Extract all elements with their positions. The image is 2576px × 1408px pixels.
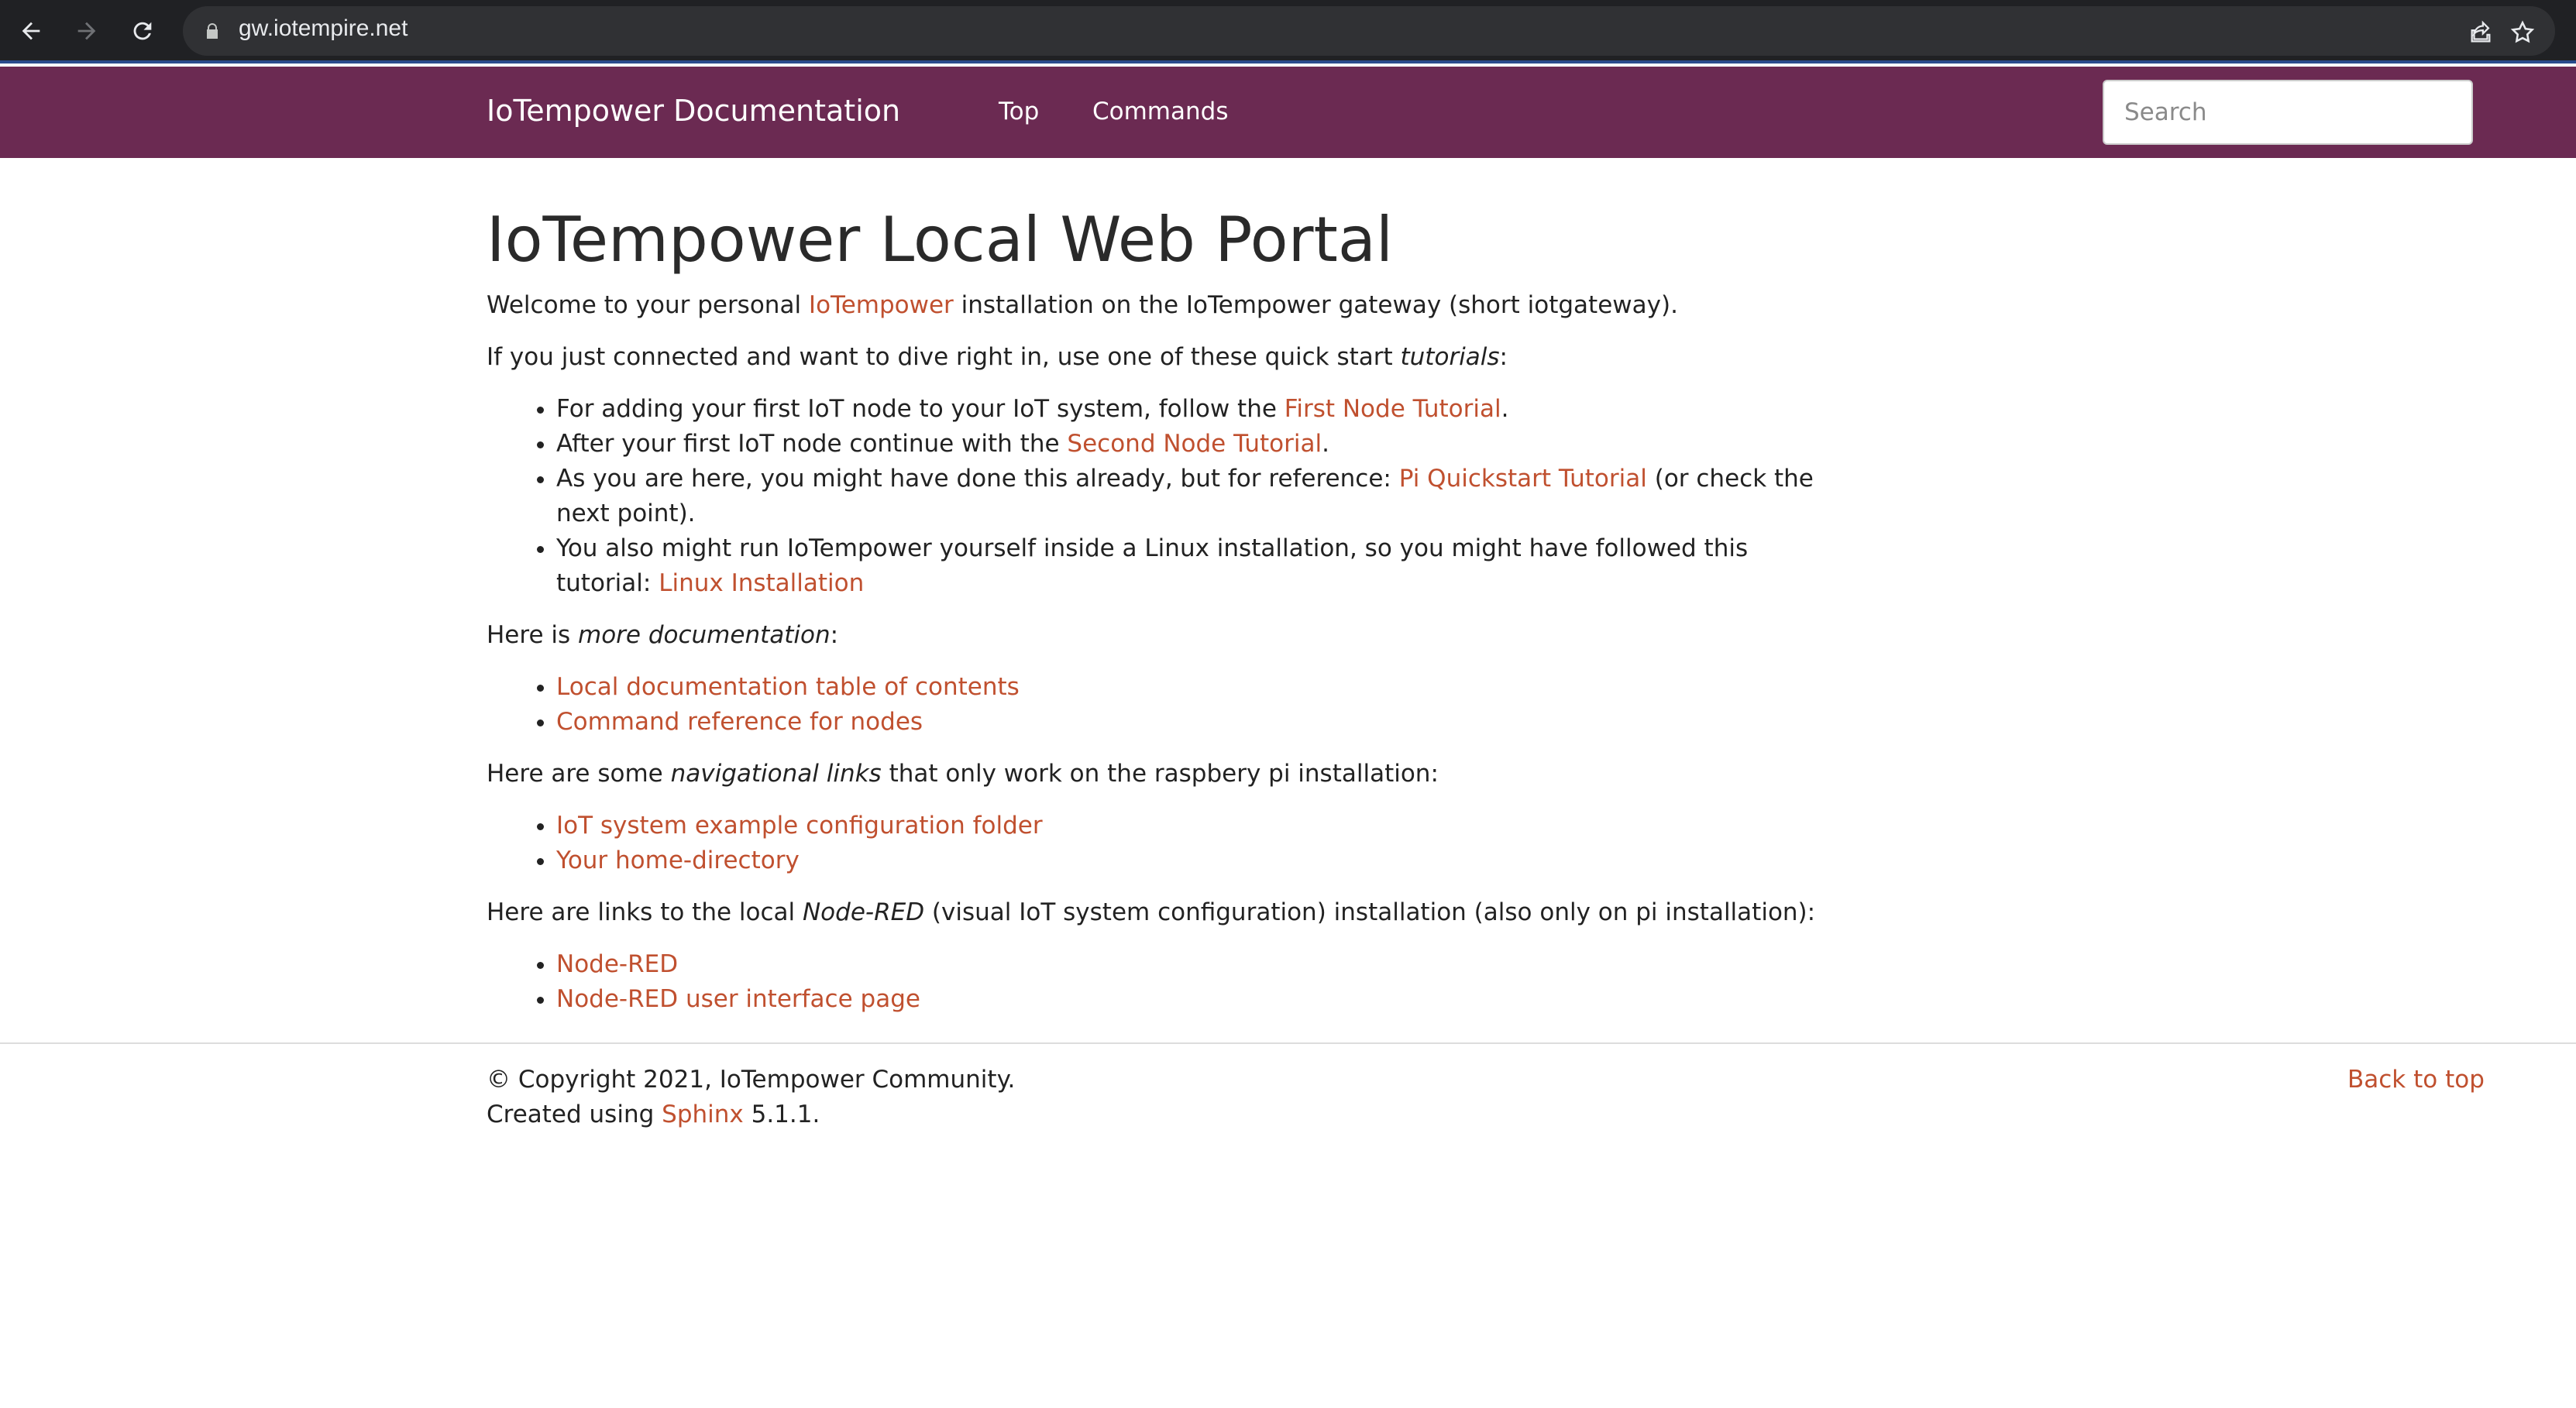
quickstart-emphasis: tutorials bbox=[1400, 343, 1500, 371]
list-item: As you are here, you might have done thi… bbox=[556, 462, 1819, 531]
list-item-text-end: . bbox=[1501, 395, 1509, 423]
share-icon[interactable] bbox=[2465, 17, 2496, 48]
copyright-text: © Copyright 2021, IoTempower Community. bbox=[487, 1066, 1016, 1094]
browser-toolbar: gw.iotempire.net bbox=[0, 0, 2576, 64]
intro-text-end: installation on the IoTempower gateway (… bbox=[953, 291, 1678, 319]
toc-link[interactable]: Local documentation table of contents bbox=[556, 673, 1020, 701]
intro-text: Welcome to your personal bbox=[487, 291, 809, 319]
main-content: IoTempower Local Web Portal Welcome to y… bbox=[487, 158, 1819, 1034]
nodered-paragraph: Here are links to the local Node-RED (vi… bbox=[487, 895, 1819, 930]
list-item-text: As you are here, you might have done thi… bbox=[556, 465, 1399, 493]
list-item: For adding your first IoT node to your I… bbox=[556, 392, 1819, 427]
page-title: IoTempower Local Web Portal bbox=[487, 204, 1394, 276]
list-item-text: For adding your first IoT node to your I… bbox=[556, 395, 1285, 423]
iotempower-link[interactable]: IoTempower bbox=[809, 291, 954, 319]
nodered-ui-link[interactable]: Node-RED user interface page bbox=[556, 985, 920, 1013]
list-item: After your first IoT node continue with … bbox=[556, 427, 1819, 462]
nodered-text: Here are links to the local bbox=[487, 898, 803, 926]
footer-divider bbox=[0, 1042, 2576, 1044]
pi-quickstart-tutorial-link[interactable]: Pi Quickstart Tutorial bbox=[1399, 465, 1647, 493]
linux-installation-link[interactable]: Linux Installation bbox=[659, 569, 864, 597]
more-docs-text: Here is bbox=[487, 621, 578, 649]
list-item: Your home-directory bbox=[556, 843, 1819, 878]
back-to-top-link[interactable]: Back to top bbox=[2347, 1063, 2485, 1097]
bookmark-star-icon[interactable] bbox=[2507, 17, 2538, 48]
address-bar[interactable]: gw.iotempire.net bbox=[183, 6, 2555, 56]
created-text: Created using bbox=[487, 1101, 662, 1128]
sphinx-link[interactable]: Sphinx bbox=[662, 1101, 744, 1128]
brand-link[interactable]: IoTempower Documentation bbox=[487, 94, 900, 128]
list-item: IoT system example configuration folder bbox=[556, 809, 1819, 843]
list-item: Node-RED user interface page bbox=[556, 982, 1819, 1017]
nodered-links-list: Node-RED Node-RED user interface page bbox=[487, 947, 1819, 1017]
first-node-tutorial-link[interactable]: First Node Tutorial bbox=[1285, 395, 1501, 423]
nav-links-list: IoT system example configuration folder … bbox=[487, 809, 1819, 878]
nav-links-emphasis: navigational links bbox=[670, 760, 882, 788]
second-node-tutorial-link[interactable]: Second Node Tutorial bbox=[1067, 430, 1322, 458]
site-navbar: IoTempower Documentation Top Commands bbox=[0, 67, 2576, 158]
home-directory-link[interactable]: Your home-directory bbox=[556, 847, 800, 874]
list-item: Command reference for nodes bbox=[556, 705, 1819, 740]
quickstart-colon: : bbox=[1499, 343, 1508, 371]
footer: © Copyright 2021, IoTempower Community. … bbox=[487, 1063, 1015, 1132]
more-docs-emphasis: more documentation bbox=[578, 621, 831, 649]
version-text: 5.1.1. bbox=[743, 1101, 820, 1128]
forward-arrow-icon[interactable] bbox=[67, 11, 107, 51]
nav-commands-link[interactable]: Commands bbox=[1092, 98, 1228, 125]
list-item-text: After your first IoT node continue with … bbox=[556, 430, 1068, 458]
nodered-emphasis: Node-RED bbox=[802, 898, 925, 926]
nav-links-paragraph: Here are some navigational links that on… bbox=[487, 757, 1819, 792]
nav-links-text: Here are some bbox=[487, 760, 671, 788]
doc-links-list: Local documentation table of contents Co… bbox=[487, 670, 1819, 740]
nav-links-text-end: that only work on the raspbery pi instal… bbox=[881, 760, 1439, 788]
list-item-text-end: . bbox=[1322, 430, 1329, 458]
list-item: Local documentation table of contents bbox=[556, 670, 1819, 705]
more-docs-colon: : bbox=[830, 621, 839, 649]
quickstart-paragraph: If you just connected and want to dive r… bbox=[487, 340, 1819, 375]
intro-paragraph: Welcome to your personal IoTempower inst… bbox=[487, 288, 1819, 323]
list-item: Node-RED bbox=[556, 947, 1819, 982]
list-item: You also might run IoTempower yourself i… bbox=[556, 531, 1819, 601]
example-config-folder-link[interactable]: IoT system example configuration folder bbox=[556, 812, 1043, 840]
lock-icon bbox=[203, 22, 222, 40]
more-docs-paragraph: Here is more documentation: bbox=[487, 618, 1819, 653]
search-input[interactable] bbox=[2103, 80, 2473, 145]
command-reference-link[interactable]: Command reference for nodes bbox=[556, 708, 923, 736]
nodered-link[interactable]: Node-RED bbox=[556, 950, 678, 978]
nodered-text-end: (visual IoT system configuration) instal… bbox=[924, 898, 1816, 926]
quickstart-text: If you just connected and want to dive r… bbox=[487, 343, 1401, 371]
back-arrow-icon[interactable] bbox=[11, 11, 51, 51]
nav-top-link[interactable]: Top bbox=[999, 98, 1039, 125]
created-using-line: Created using Sphinx 5.1.1. bbox=[487, 1097, 1015, 1132]
reload-icon[interactable] bbox=[122, 11, 163, 51]
tutorial-list: For adding your first IoT node to your I… bbox=[487, 392, 1819, 601]
url-text[interactable]: gw.iotempire.net bbox=[239, 15, 408, 42]
